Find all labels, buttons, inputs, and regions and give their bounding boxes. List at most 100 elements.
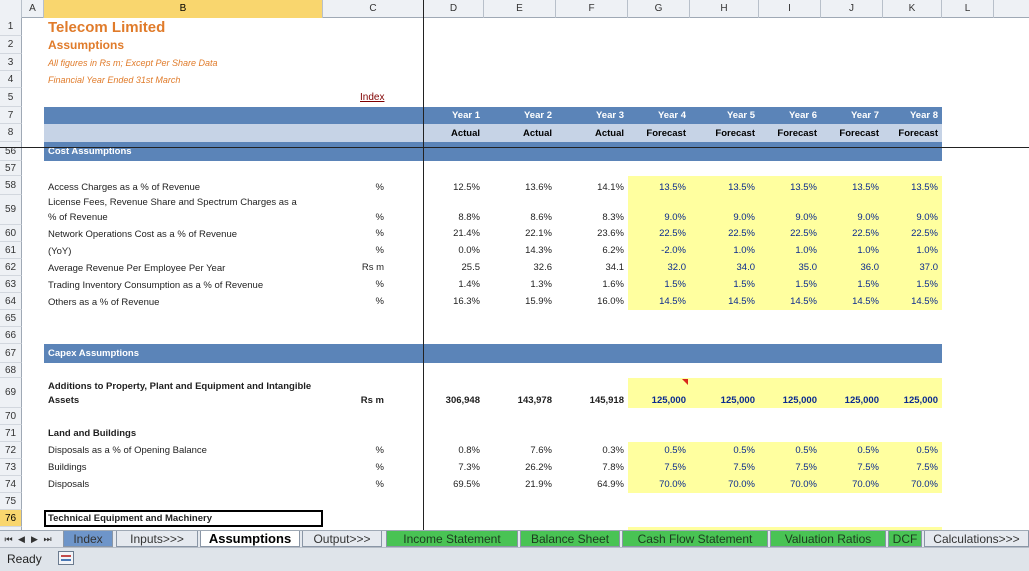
forecast-input-cell[interactable]: 9.0%	[690, 195, 759, 225]
row-header[interactable]: 68	[0, 363, 22, 378]
forecast-input-cell[interactable]: 7.5%	[690, 459, 759, 476]
forecast-input-cell[interactable]: 37.0	[883, 259, 942, 276]
actual-value-cell[interactable]: 143,978	[484, 378, 556, 408]
actual-value-cell[interactable]: 15.9%	[484, 293, 556, 310]
tab-dcf[interactable]: DCF	[888, 531, 922, 547]
row-header[interactable]: 63	[0, 276, 22, 293]
forecast-input-cell[interactable]: 13.5%	[690, 176, 759, 195]
column-header-f[interactable]: F	[556, 0, 628, 18]
row-header[interactable]: 59	[0, 195, 22, 225]
row-label[interactable]: Access Charges as a % of Revenue	[44, 176, 323, 195]
unit[interactable]: %	[323, 176, 424, 195]
actual-value-cell[interactable]: 7.3%	[424, 459, 484, 476]
row-header[interactable]: 61	[0, 242, 22, 259]
actual-value-cell[interactable]: 1.4%	[424, 276, 484, 293]
row-header[interactable]: 7	[0, 107, 22, 124]
row-header[interactable]: 2	[0, 36, 22, 54]
column-header-b[interactable]: B	[44, 0, 323, 18]
actual-value-cell[interactable]: 12.5%	[424, 176, 484, 195]
actual-value-cell[interactable]: 7.6%	[484, 442, 556, 459]
tab-index[interactable]: Index	[63, 531, 113, 547]
column-header-k[interactable]: K	[883, 0, 942, 18]
tab-assumptions[interactable]: Assumptions	[200, 531, 300, 547]
row-header[interactable]: 73	[0, 459, 22, 476]
actual-value-cell[interactable]: 21.9%	[484, 476, 556, 493]
forecast-input-cell[interactable]: 32.0	[628, 259, 690, 276]
row-label[interactable]: Others as a % of Revenue	[44, 293, 323, 310]
forecast-input-cell[interactable]: 13.5%	[628, 176, 690, 195]
forecast-input-cell[interactable]: 70.0%	[628, 476, 690, 493]
row-header[interactable]: 1	[0, 18, 22, 36]
forecast-input-cell[interactable]: 1.0%	[883, 242, 942, 259]
forecast-input-cell[interactable]: 7.5%	[759, 459, 821, 476]
actual-value-cell[interactable]: 14.1%	[556, 176, 628, 195]
actual-value-cell[interactable]: 16.0%	[556, 293, 628, 310]
forecast-input-cell[interactable]: 14.5%	[821, 293, 883, 310]
forecast-input-cell[interactable]: 13.5%	[821, 176, 883, 195]
forecast-input-cell[interactable]: 9.0%	[628, 195, 690, 225]
forecast-input-cell[interactable]: 70.0%	[883, 476, 942, 493]
forecast-input-cell[interactable]: 13.5%	[883, 176, 942, 195]
forecast-input-cell[interactable]: 22.5%	[759, 225, 821, 242]
row-header[interactable]: 74	[0, 476, 22, 493]
forecast-input-cell[interactable]: 70.0%	[690, 476, 759, 493]
prev-sheet-icon[interactable]: ◀	[16, 533, 27, 545]
row-header[interactable]: 69	[0, 378, 22, 408]
actual-value-cell[interactable]: 8.6%	[484, 195, 556, 225]
forecast-input-cell[interactable]: 70.0%	[759, 476, 821, 493]
column-header-d[interactable]: D	[424, 0, 484, 18]
forecast-input-cell[interactable]: 22.5%	[821, 225, 883, 242]
column-header-c[interactable]: C	[323, 0, 424, 18]
actual-value-cell[interactable]: 64.9%	[556, 476, 628, 493]
forecast-input-cell[interactable]: 0.5%	[821, 442, 883, 459]
forecast-input-cell[interactable]: 1.5%	[883, 276, 942, 293]
row-header[interactable]: 4	[0, 71, 22, 88]
forecast-input-cell[interactable]: 7.5%	[821, 459, 883, 476]
row-label[interactable]: Buildings	[44, 459, 323, 476]
actual-value-cell[interactable]: 25.5	[424, 259, 484, 276]
row-header[interactable]: 8	[0, 124, 22, 142]
unit[interactable]: %	[323, 293, 424, 310]
forecast-input-cell[interactable]: 1.5%	[759, 276, 821, 293]
row-header[interactable]: 60	[0, 225, 22, 242]
forecast-input-cell[interactable]: 1.0%	[821, 242, 883, 259]
actual-value-cell[interactable]: 21.4%	[424, 225, 484, 242]
forecast-input-cell[interactable]: 7.5%	[883, 459, 942, 476]
forecast-input-cell[interactable]: 1.5%	[628, 276, 690, 293]
forecast-input-cell[interactable]: 9.0%	[883, 195, 942, 225]
forecast-input-cell[interactable]: 22.5%	[883, 225, 942, 242]
forecast-input-cell[interactable]: 14.5%	[690, 293, 759, 310]
forecast-input-cell[interactable]: 125,000	[628, 378, 690, 408]
unit[interactable]: %	[323, 442, 424, 459]
tab-calculations[interactable]: Calculations>>>	[924, 531, 1029, 547]
forecast-input-cell[interactable]: 22.5%	[690, 225, 759, 242]
tab-balance-sheet[interactable]: Balance Sheet	[520, 531, 620, 547]
unit[interactable]: Rs m	[323, 378, 424, 408]
column-header-j[interactable]: J	[821, 0, 883, 18]
row-header[interactable]: 66	[0, 327, 22, 344]
actual-value-cell[interactable]: 8.8%	[424, 195, 484, 225]
row-header[interactable]: 76	[0, 510, 22, 527]
worksheet-grid[interactable]: 1 Telecom Limited 2 Assumptions 3 All figures…	[0, 18, 1029, 530]
actual-value-cell[interactable]: 1.6%	[556, 276, 628, 293]
unit[interactable]: %	[323, 225, 424, 242]
row-header[interactable]: 58	[0, 176, 22, 195]
forecast-input-cell[interactable]: 70.0%	[821, 476, 883, 493]
actual-value-cell[interactable]: 0.3%	[556, 442, 628, 459]
column-header-i[interactable]: I	[759, 0, 821, 18]
forecast-input-cell[interactable]: 14.5%	[759, 293, 821, 310]
comment-indicator-icon[interactable]	[682, 379, 688, 385]
unit[interactable]: %	[323, 476, 424, 493]
tab-output[interactable]: Output>>>	[302, 531, 382, 547]
row-label[interactable]: Disposals as a % of Opening Balance	[44, 442, 323, 459]
forecast-input-cell[interactable]: 9.0%	[821, 195, 883, 225]
forecast-input-cell[interactable]: 125,000	[690, 378, 759, 408]
column-header-a[interactable]: A	[22, 0, 44, 18]
forecast-input-cell[interactable]: 1.5%	[690, 276, 759, 293]
forecast-input-cell[interactable]: 0.5%	[628, 442, 690, 459]
actual-value-cell[interactable]: 0.0%	[424, 242, 484, 259]
tab-income-statement[interactable]: Income Statement	[386, 531, 518, 547]
row-header[interactable]: 56	[0, 142, 22, 161]
forecast-input-cell[interactable]: 125,000	[759, 378, 821, 408]
forecast-input-cell[interactable]: 14.5%	[628, 293, 690, 310]
